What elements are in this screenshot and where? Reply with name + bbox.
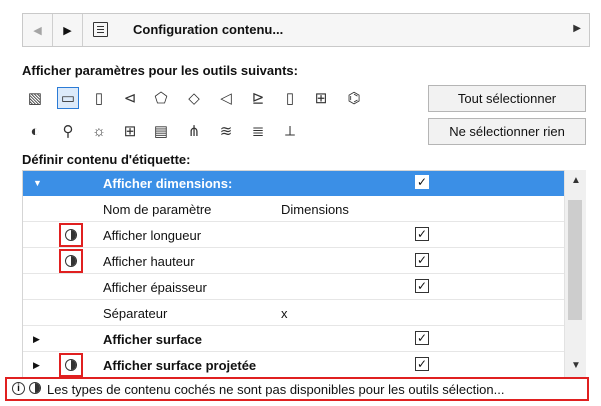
unavailable-content-icon	[65, 255, 77, 267]
slab-tool-icon[interactable]: ▭	[57, 87, 79, 109]
tools-section-title: Afficher paramètres pour les outils suiv…	[22, 63, 298, 78]
mesh-tool-icon[interactable]: ◁	[215, 87, 237, 109]
dropdown-chevron-icon[interactable]: ▶	[573, 23, 581, 34]
row-checkbox[interactable]: ✓	[415, 227, 429, 241]
expand-triangle-icon[interactable]: ▶	[33, 360, 40, 371]
table-row[interactable]: Afficher longueur ✓	[23, 223, 569, 248]
row-checkbox[interactable]: ✓	[415, 357, 429, 371]
row-checkbox[interactable]: ✓	[415, 331, 429, 345]
scroll-up-icon[interactable]: ▲	[571, 175, 581, 186]
row-label: Séparateur	[103, 306, 168, 321]
row-label: Afficher longueur	[103, 228, 202, 243]
skylight-tool-icon[interactable]: ⌬	[343, 87, 365, 109]
highlight-box	[59, 249, 83, 273]
chevron-right-icon[interactable]: ▶	[53, 14, 82, 46]
info-icon: i	[12, 382, 25, 395]
lamp-tool-icon[interactable]: ☼	[88, 120, 110, 142]
row-checkbox[interactable]: ✓	[415, 279, 429, 293]
select-none-button[interactable]: Ne sélectionner rien	[428, 118, 586, 145]
roof-tool-icon[interactable]: ⬠	[150, 87, 172, 109]
status-bar: i Les types de contenu cochés ne sont pa…	[5, 377, 589, 401]
beam-tool-icon[interactable]: ⊲	[119, 87, 141, 109]
unavailable-content-icon	[29, 382, 41, 394]
panel-tool-icon[interactable]: ▤	[150, 120, 172, 142]
stair-flight-tool-icon[interactable]: ≋	[215, 120, 237, 142]
label-content-table: ▼ Afficher dimensions: ✓ Nom de paramètre Di…	[22, 170, 570, 380]
table-row[interactable]: Nom de paramètre Dimensions	[23, 197, 569, 222]
object-tool-icon[interactable]: ⚲	[57, 120, 79, 142]
table-row[interactable]: ▶ Afficher surface projetée ✓	[23, 353, 569, 378]
table-row[interactable]: Afficher épaisseur ✓	[23, 275, 569, 300]
scroll-down-icon[interactable]: ▼	[571, 360, 581, 371]
table-row[interactable]: ▶ Afficher surface ✓	[23, 327, 569, 352]
status-message: Les types de contenu cochés ne sont pas …	[47, 382, 505, 397]
row-value[interactable]: Dimensions	[281, 202, 349, 217]
list-icon	[93, 22, 108, 37]
row-label: Afficher épaisseur	[103, 280, 207, 295]
unavailable-content-icon	[65, 229, 77, 241]
highlight-box	[59, 353, 83, 377]
window-tool-icon[interactable]: ⊞	[310, 87, 332, 109]
highlight-box	[59, 223, 83, 247]
row-label: Afficher surface	[103, 332, 202, 347]
table-header-row[interactable]: ▼ Afficher dimensions: ✓	[23, 171, 569, 196]
select-all-button[interactable]: Tout sélectionner	[428, 85, 586, 112]
column-tool-icon[interactable]: ▯	[88, 87, 110, 109]
railing-tool-icon[interactable]: ⋔	[183, 120, 205, 142]
row-checkbox[interactable]: ✓	[415, 253, 429, 267]
wall-tool-icon[interactable]: ▧	[24, 87, 46, 109]
row-value[interactable]: x	[281, 306, 288, 321]
row-checkbox[interactable]: ✓	[415, 175, 429, 189]
row-label: Afficher dimensions:	[103, 176, 233, 191]
row-label: Afficher surface projetée	[103, 358, 257, 373]
handrail-tool-icon[interactable]: ⟂	[279, 120, 301, 142]
morph-tool-icon[interactable]: ◐	[24, 120, 46, 142]
scroll-thumb[interactable]	[568, 200, 582, 320]
row-label: Afficher hauteur	[103, 254, 195, 269]
navbar-divider	[82, 14, 83, 46]
expand-triangle-icon[interactable]: ▶	[33, 334, 40, 345]
content-section-title: Définir contenu d'étiquette:	[22, 152, 191, 167]
content-config-navbar: ◀ ▶ Configuration contenu... ▶	[22, 13, 590, 47]
table-row[interactable]: Afficher hauteur ✓	[23, 249, 569, 274]
riser-tool-icon[interactable]: ≣	[247, 120, 269, 142]
unavailable-content-icon	[65, 359, 77, 371]
door-tool-icon[interactable]: ▯	[279, 87, 301, 109]
shell-tool-icon[interactable]: ◇	[183, 87, 205, 109]
collapse-triangle-icon[interactable]: ▼	[33, 178, 42, 188]
chevron-left-icon[interactable]: ◀	[23, 14, 52, 46]
curtain-wall-tool-icon[interactable]: ⊞	[119, 120, 141, 142]
stair-tool-icon[interactable]: ⊵	[247, 87, 269, 109]
row-label: Nom de paramètre	[103, 202, 212, 217]
table-row[interactable]: Séparateur x	[23, 301, 569, 326]
config-title[interactable]: Configuration contenu...	[133, 22, 283, 37]
